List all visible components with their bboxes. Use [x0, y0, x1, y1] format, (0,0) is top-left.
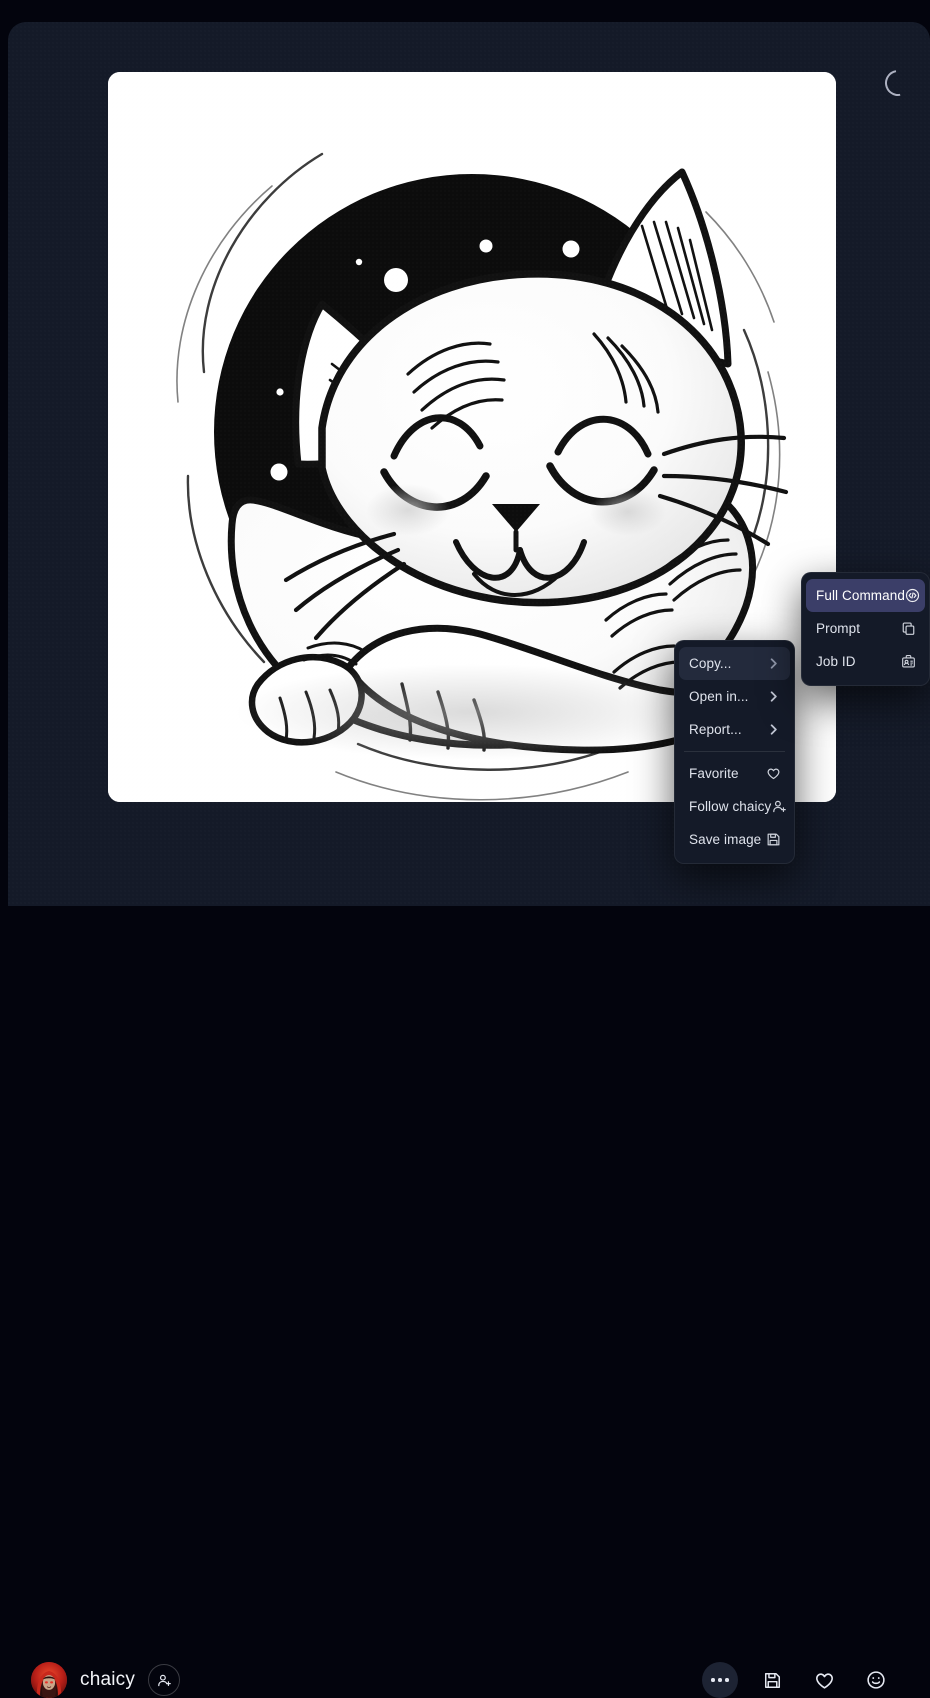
menu-item-follow-author[interactable]: Follow chaicy — [679, 790, 790, 823]
submenu-item-prompt[interactable]: Prompt — [806, 612, 925, 645]
favorite-button[interactable] — [806, 1662, 842, 1698]
reaction-button[interactable] — [858, 1662, 894, 1698]
heart-icon — [765, 766, 781, 782]
copy-icon — [900, 621, 916, 637]
ellipsis-icon — [711, 1678, 729, 1682]
menu-item-save-image[interactable]: Save image — [679, 823, 790, 856]
chevron-right-icon — [765, 656, 781, 672]
submenu-item-full-command[interactable]: Full Command — [806, 579, 925, 612]
app-root: Copy... Open in... Report... Favorite Fo… — [0, 0, 930, 1698]
chevron-right-icon — [765, 689, 781, 705]
menu-item-open-in[interactable]: Open in... — [679, 680, 790, 713]
menu-item-copy[interactable]: Copy... — [679, 647, 790, 680]
user-plus-icon — [771, 799, 787, 815]
chevron-right-icon — [765, 722, 781, 738]
avatar[interactable] — [31, 1662, 67, 1698]
menu-item-label: Save image — [689, 831, 762, 847]
copy-submenu[interactable]: Full Command Prompt Job ID — [801, 572, 930, 686]
menu-divider — [684, 751, 785, 752]
follow-author-button[interactable] — [148, 1664, 181, 1696]
footer-action-buttons — [702, 1662, 894, 1698]
menu-item-report[interactable]: Report... — [679, 713, 790, 746]
submenu-item-label: Prompt — [816, 620, 861, 636]
floppy-disk-icon — [764, 1672, 780, 1688]
menu-item-label: Report... — [689, 721, 742, 737]
menu-item-label: Favorite — [689, 765, 739, 781]
id-badge-icon — [900, 654, 916, 670]
save-image-button[interactable] — [754, 1662, 790, 1698]
menu-item-label: Copy... — [689, 655, 732, 671]
loading-spinner — [879, 64, 917, 102]
submenu-item-job-id[interactable]: Job ID — [806, 645, 925, 678]
author-block: chaicy — [31, 1662, 181, 1698]
submenu-item-label: Job ID — [816, 653, 856, 669]
code-circle-icon — [905, 588, 921, 604]
user-plus-icon — [157, 1674, 171, 1686]
menu-item-label: Follow chaicy — [689, 798, 772, 814]
smiley-face-icon — [867, 1671, 885, 1689]
menu-item-favorite[interactable]: Favorite — [679, 757, 790, 790]
image-context-menu[interactable]: Copy... Open in... Report... Favorite Fo… — [674, 640, 795, 864]
submenu-item-label: Full Command — [816, 587, 905, 603]
author-username[interactable]: chaicy — [80, 1669, 135, 1691]
menu-item-label: Open in... — [689, 688, 749, 704]
image-detail-panel: Copy... Open in... Report... Favorite Fo… — [8, 22, 930, 906]
more-options-button[interactable] — [702, 1662, 738, 1698]
heart-icon — [815, 1672, 833, 1689]
floppy-disk-icon — [765, 832, 781, 848]
